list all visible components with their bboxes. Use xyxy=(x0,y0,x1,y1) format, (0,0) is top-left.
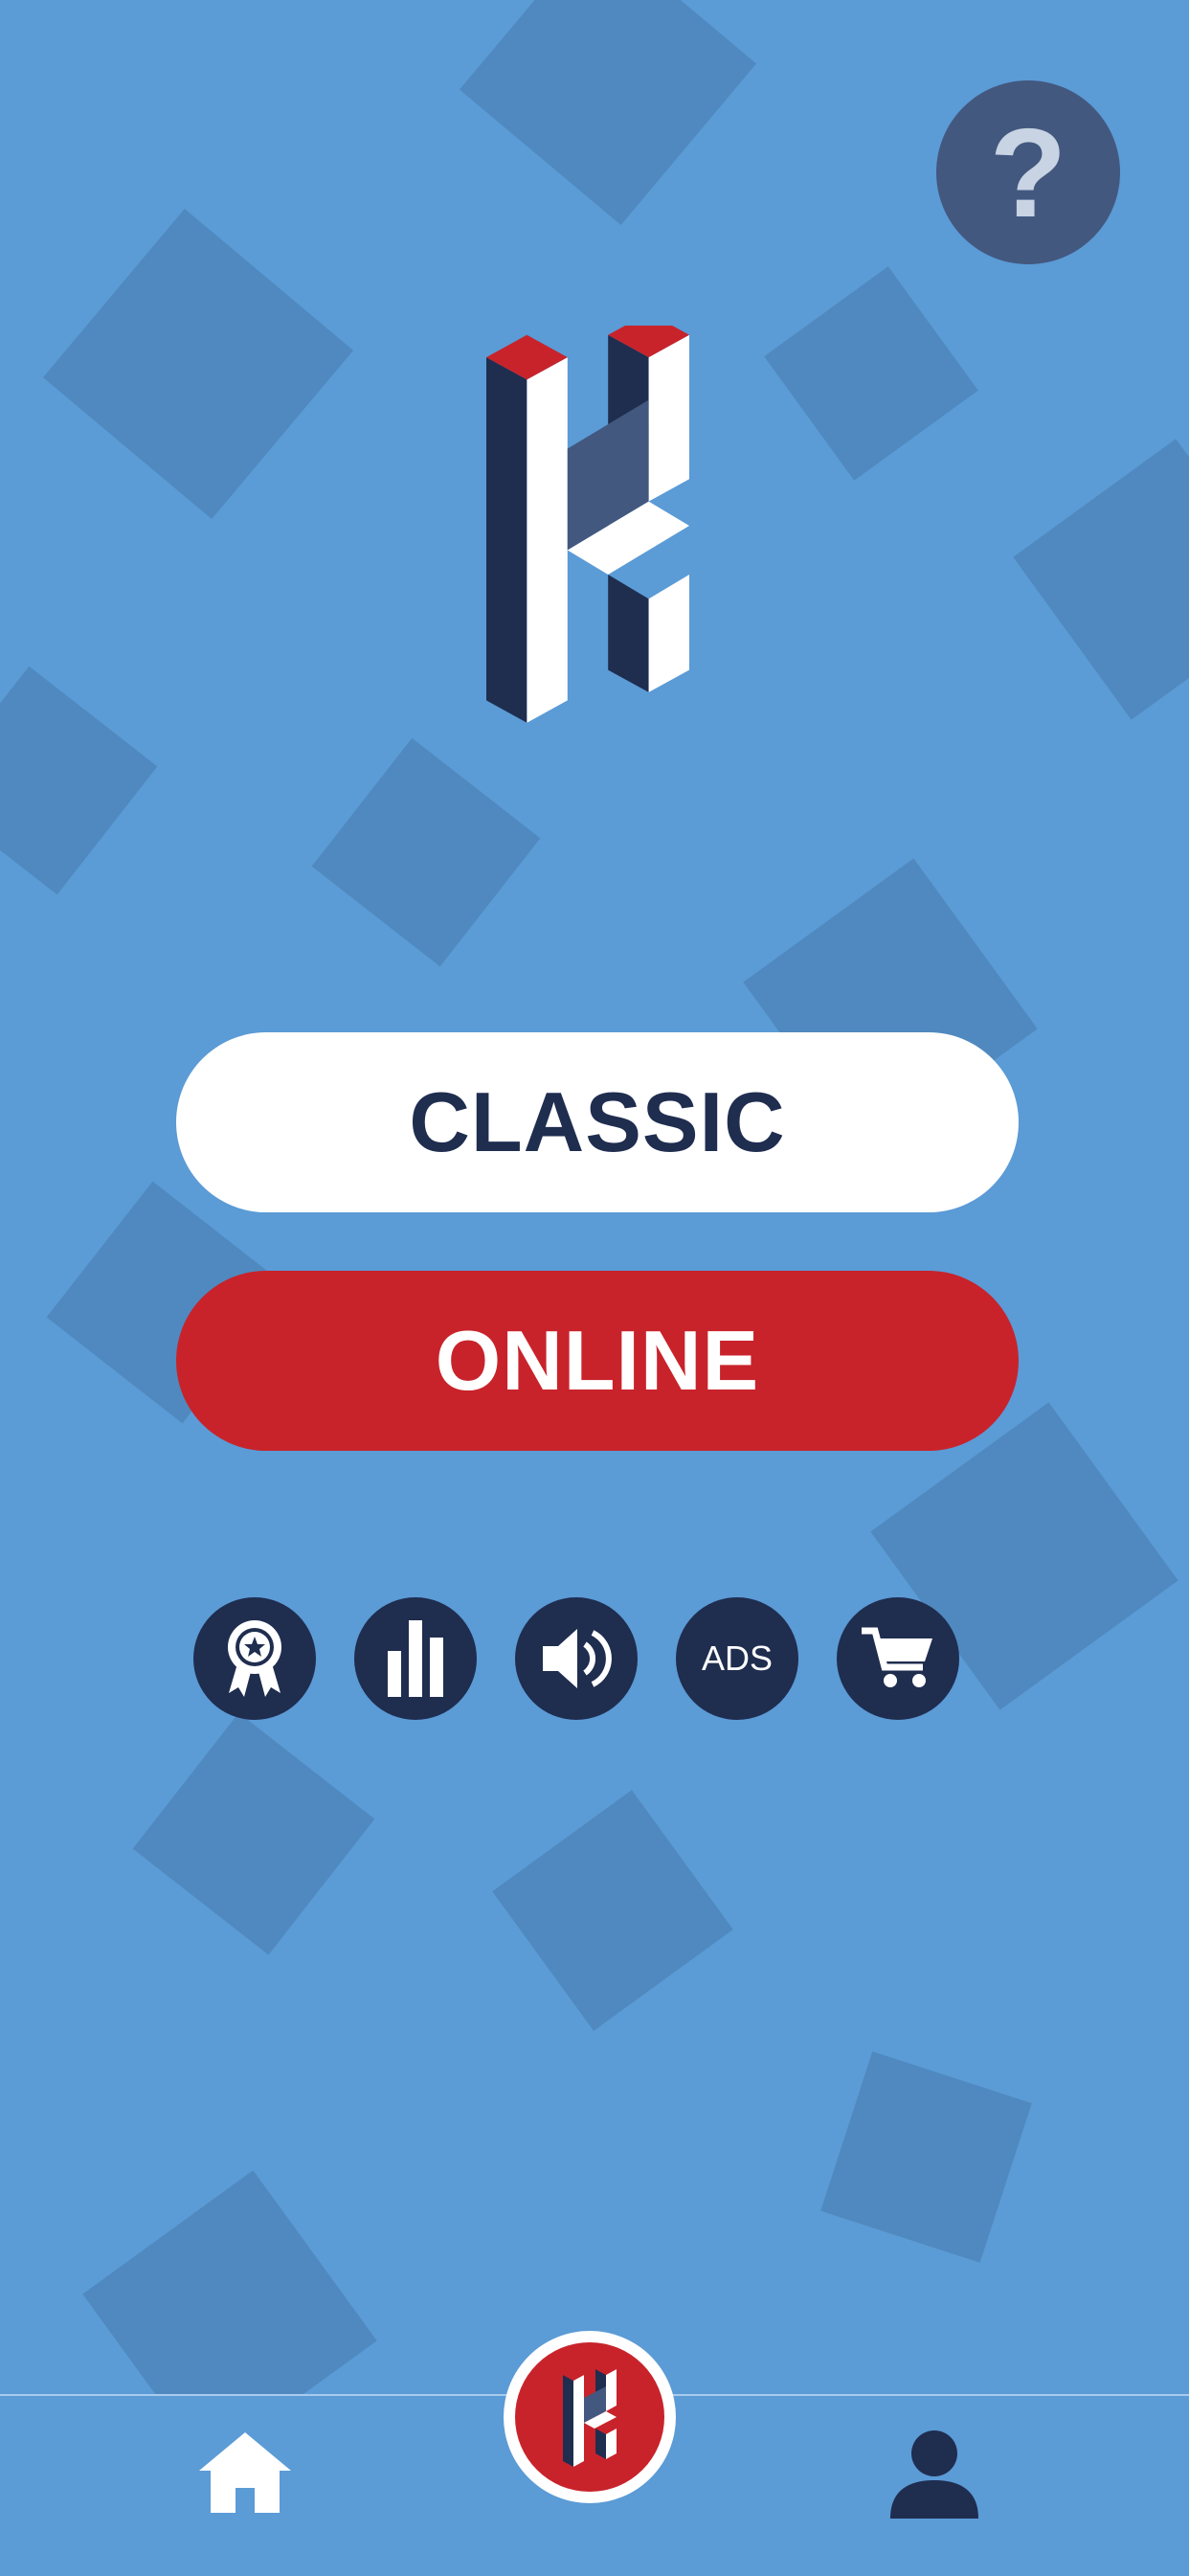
speaker-icon xyxy=(543,1629,612,1688)
remove-ads-button[interactable]: ADS xyxy=(676,1597,798,1720)
k-logo xyxy=(486,326,689,723)
award-ribbon-icon xyxy=(228,1620,281,1697)
sound-toggle-button[interactable] xyxy=(515,1597,638,1720)
bg-square xyxy=(42,208,354,520)
classic-mode-button[interactable]: CLASSIC xyxy=(176,1032,1019,1212)
bg-square xyxy=(460,0,756,225)
k-logo-icon xyxy=(563,2367,617,2467)
play-center-button[interactable] xyxy=(504,2331,676,2503)
bg-square xyxy=(492,1790,733,2031)
person-icon[interactable] xyxy=(890,2430,978,2519)
classic-mode-label: CLASSIC xyxy=(409,1074,786,1169)
ads-icon: ADS xyxy=(701,1638,774,1678)
shop-button[interactable] xyxy=(837,1597,959,1720)
bg-square xyxy=(0,666,158,895)
bg-square xyxy=(311,737,541,967)
stats-button[interactable] xyxy=(354,1597,477,1720)
bg-square xyxy=(132,1712,375,1955)
bg-square xyxy=(1013,439,1189,720)
online-mode-label: ONLINE xyxy=(435,1313,760,1408)
help-button[interactable]: ? xyxy=(936,80,1120,264)
question-mark-icon: ? xyxy=(989,102,1067,243)
online-mode-button[interactable]: ONLINE xyxy=(176,1271,1019,1451)
achievements-button[interactable] xyxy=(193,1597,316,1720)
cart-icon xyxy=(862,1627,932,1687)
bg-square xyxy=(820,2051,1032,2263)
bg-square xyxy=(764,266,978,481)
home-icon[interactable] xyxy=(199,2432,291,2513)
bar-chart-icon xyxy=(388,1620,443,1697)
icon-toolbar: ADS xyxy=(0,1597,1189,1720)
